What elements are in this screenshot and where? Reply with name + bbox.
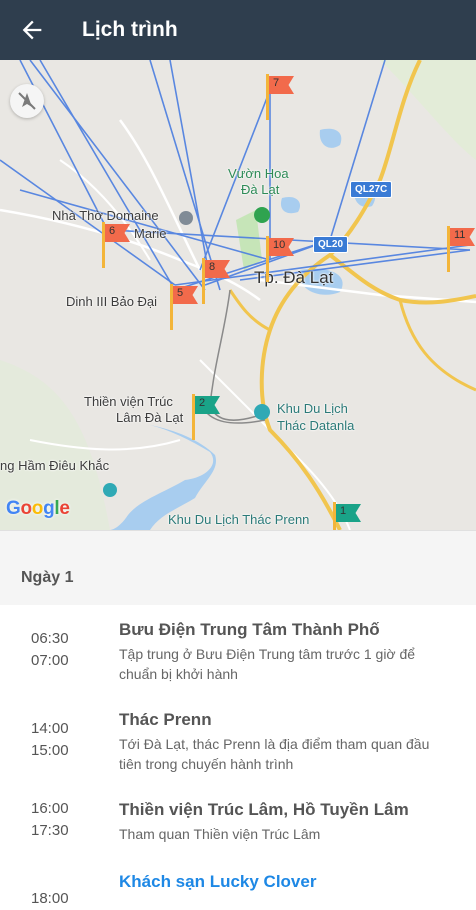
road-badge-ql27c: QL27C: [350, 181, 393, 198]
map-label-nha-tho: Nhà Thờ Domaine: [52, 208, 159, 223]
map-label-vuon-hoa: Vườn Hoa: [228, 166, 289, 181]
item-description: Tới Đà Lạt, thác Prenn là địa điểm tham …: [119, 736, 430, 772]
map-marker-1[interactable]: 1: [333, 502, 363, 530]
item-end-time: 07:00: [31, 652, 69, 669]
item-name: Thác Prenn: [119, 710, 212, 729]
map-marker-7[interactable]: 7: [266, 74, 296, 120]
item-description: Tập trung ở Bưu Điện Trung tâm trước 1 g…: [119, 646, 416, 682]
item-start-time: 18:00: [31, 890, 69, 907]
item-start-time: 14:00: [31, 720, 69, 737]
map-label-nha-tho-2: Marie: [134, 226, 167, 241]
item-start-time: 06:30: [31, 630, 69, 647]
map-marker-5[interactable]: 5: [170, 284, 200, 330]
itinerary-item[interactable]: 14:00 15:00 Thác Prenn Tới Đà Lạt, thác …: [0, 696, 476, 786]
map-marker-6[interactable]: 6: [102, 222, 132, 268]
itinerary-item[interactable]: 06:30 07:00 Bưu Điện Trung Tâm Thành Phố…: [0, 604, 476, 694]
map-label-duong-ham: ng Hầm Điêu Khắc: [0, 458, 110, 473]
itinerary-item[interactable]: 16:00 17:30 Thiền viện Trúc Lâm, Hồ Tuyề…: [0, 788, 476, 866]
map-label-vuon-hoa-2: Đà Lạt: [241, 182, 280, 197]
item-name: Thiền viện Trúc Lâm, Hồ Tuyền Lâm: [119, 800, 409, 819]
page-title: Lịch trình: [82, 18, 178, 41]
map-marker-11[interactable]: 11: [447, 226, 476, 272]
map-view[interactable]: Vườn Hoa Đà Lạt Nhà Thờ Domaine Marie Di…: [0, 60, 476, 530]
day-title: Ngày 1: [21, 569, 74, 586]
item-name: Khách sạn Lucky Clover: [119, 872, 317, 891]
item-end-time: 15:00: [31, 742, 69, 759]
map-label-thien-vien: Thiền viện Trúc: [84, 394, 173, 409]
map-label-datanla-2: Thác Datanla: [277, 418, 355, 433]
map-label-thien-vien-2: Lâm Đà Lạt: [116, 410, 184, 425]
map-marker-10[interactable]: 10: [266, 236, 296, 282]
map-marker-2[interactable]: 2: [192, 394, 222, 440]
map-label-prenn: Khu Du Lịch Thác Prenn: [168, 512, 310, 527]
item-end-time: 17:30: [31, 822, 69, 839]
itinerary-item[interactable]: 18:00 Khách sạn Lucky Clover: [0, 866, 476, 907]
day-header: Ngày 1: [0, 530, 476, 605]
map-label-datanla: Khu Du Lịch: [277, 401, 348, 416]
google-logo: Google: [6, 498, 70, 519]
map-marker-8[interactable]: 8: [202, 258, 232, 304]
app-bar: Lịch trình: [0, 0, 476, 60]
map-label-dinh-iii: Dinh III Bảo Đại: [66, 294, 158, 309]
back-arrow-icon[interactable]: [18, 16, 46, 44]
road-badge-ql20: QL20: [313, 236, 349, 253]
item-start-time: 16:00: [31, 800, 69, 817]
my-location-button[interactable]: [10, 84, 44, 118]
item-name: Bưu Điện Trung Tâm Thành Phố: [119, 620, 380, 639]
item-description: Tham quan Thiền viện Trúc Lâm: [119, 826, 321, 842]
